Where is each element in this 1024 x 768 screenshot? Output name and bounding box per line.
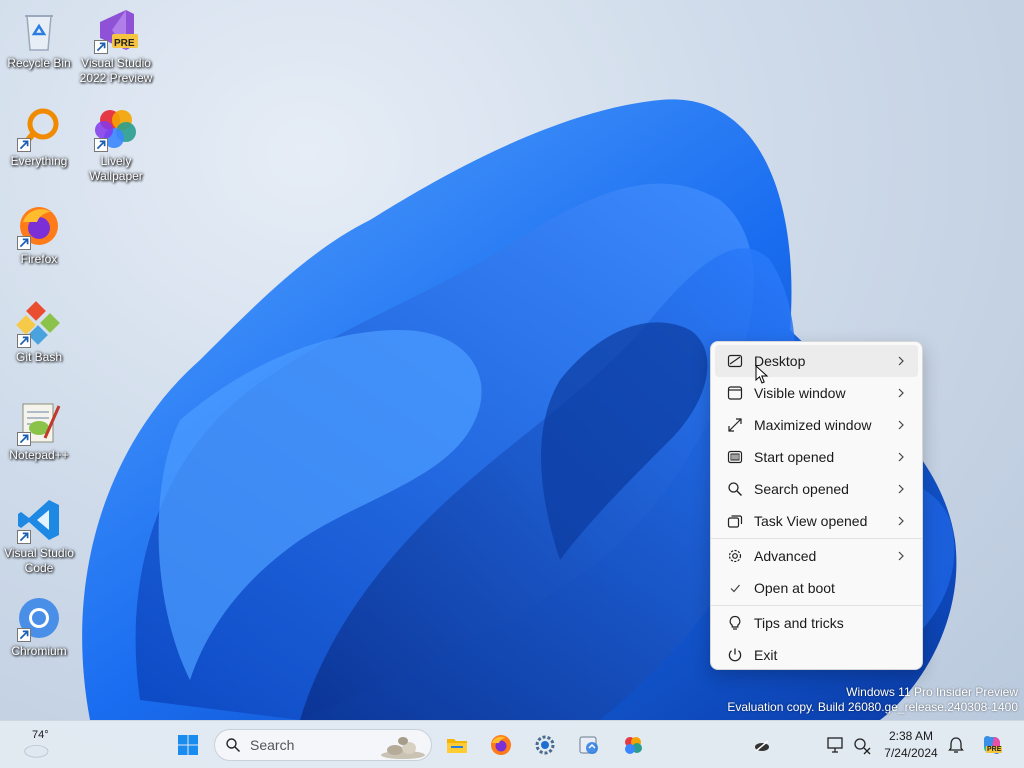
shortcut-arrow-icon: [17, 530, 31, 544]
desktop-icon-recycle-bin[interactable]: Recycle Bin: [1, 6, 77, 71]
chevron-right-icon: [898, 484, 904, 494]
menu-separator: [711, 605, 922, 606]
chevron-right-icon: [898, 516, 904, 526]
firefox-icon: [491, 735, 511, 755]
tray-network-icon[interactable]: [852, 735, 872, 755]
menu-item-advanced[interactable]: Advanced: [715, 540, 918, 572]
lightbulb-icon: [725, 613, 745, 633]
git-bash-icon: [15, 300, 63, 348]
vscode-icon: [15, 496, 63, 544]
taskbar-clock[interactable]: 2:38 AM 7/24/2024: [876, 728, 946, 762]
visual-studio-icon: PRE: [92, 6, 140, 54]
context-menu: Desktop Visible window Maximized window …: [710, 341, 923, 670]
menu-item-open-at-boot[interactable]: Open at boot: [715, 572, 918, 604]
start-menu-icon: [725, 447, 745, 467]
menu-item-task-view-opened[interactable]: Task View opened: [715, 505, 918, 537]
taskbar-snipping-tool[interactable]: [573, 729, 605, 761]
maximize-icon: [725, 415, 745, 435]
desktop-icon-visual-studio[interactable]: PRE Visual Studio 2022 Preview: [78, 6, 154, 86]
menu-item-visible-window[interactable]: Visible window: [715, 377, 918, 409]
desktop-icon-notepad-plus-plus[interactable]: Notepad++: [1, 398, 77, 463]
chromium-icon: [15, 594, 63, 642]
windows-logo-icon: [178, 735, 198, 755]
desktop-icon-git-bash[interactable]: Git Bash: [1, 300, 77, 365]
lively-wallpaper-icon: [92, 104, 140, 152]
clock-date: 7/24/2024: [884, 746, 938, 760]
desktop-icon: [725, 351, 745, 371]
chevron-right-icon: [898, 452, 904, 462]
shortcut-arrow-icon: [94, 138, 108, 152]
check-icon: [725, 578, 745, 598]
search-icon: [725, 479, 745, 499]
recycle-bin-icon: [15, 6, 63, 54]
folder-icon: [447, 739, 467, 753]
mouse-cursor-icon: [755, 365, 769, 384]
taskbar-settings[interactable]: [529, 729, 561, 761]
menu-separator: [711, 538, 922, 539]
shortcut-arrow-icon: [17, 628, 31, 642]
gear-icon: [725, 546, 745, 566]
desktop-icon-chromium[interactable]: Chromium: [1, 594, 77, 659]
menu-item-maximized-window[interactable]: Maximized window: [715, 409, 918, 441]
menu-item-tips-and-tricks[interactable]: Tips and tricks: [715, 607, 918, 639]
search-icon: [226, 738, 241, 753]
chevron-right-icon: [898, 356, 904, 366]
power-icon: [725, 645, 745, 665]
gear-icon: [535, 735, 555, 755]
menu-item-desktop[interactable]: Desktop: [715, 345, 918, 377]
menu-item-exit[interactable]: Exit: [715, 639, 918, 671]
chevron-right-icon: [898, 420, 904, 430]
tray-cloud-icon[interactable]: [752, 735, 772, 755]
desktop-icon-firefox[interactable]: Firefox: [1, 202, 77, 267]
lively-wallpaper-icon: [625, 737, 642, 754]
search-highlight-icon: [381, 737, 425, 759]
taskbar-search-box[interactable]: Search: [214, 729, 432, 761]
clock-time: 2:38 AM: [888, 729, 934, 743]
taskbar-firefox[interactable]: [485, 729, 517, 761]
snipping-tool-icon: [579, 736, 598, 754]
shortcut-arrow-icon: [94, 40, 108, 54]
shortcut-arrow-icon: [17, 432, 31, 446]
task-view-icon: [725, 511, 745, 531]
taskbar: 74° Search 2:38 AM 7/24/2024 PRE: [0, 720, 1024, 768]
search-placeholder: Search: [250, 737, 295, 753]
everything-icon: [15, 104, 63, 152]
window-icon: [725, 383, 745, 403]
notepad-plus-plus-icon: [15, 398, 63, 446]
taskbar-file-explorer[interactable]: [441, 729, 473, 761]
copilot-icon[interactable]: PRE: [980, 733, 1004, 757]
shortcut-arrow-icon: [17, 334, 31, 348]
menu-item-search-opened[interactable]: Search opened: [715, 473, 918, 505]
chevron-right-icon: [898, 551, 904, 561]
tray-display-icon[interactable]: [826, 735, 846, 755]
shortcut-arrow-icon: [17, 236, 31, 250]
chevron-right-icon: [898, 388, 904, 398]
firefox-icon: [15, 202, 63, 250]
preview-badge: PRE: [114, 38, 135, 49]
desktop-icon-everything[interactable]: Everything: [1, 104, 77, 169]
desktop-icon-lively-wallpaper[interactable]: Lively Wallpaper: [78, 104, 154, 184]
shortcut-arrow-icon: [17, 138, 31, 152]
copilot-pre-badge: PRE: [986, 746, 1003, 753]
menu-item-start-opened[interactable]: Start opened: [715, 441, 918, 473]
taskbar-lively-wallpaper[interactable]: [617, 729, 649, 761]
start-button[interactable]: [172, 729, 204, 761]
evaluation-watermark: Windows 11 Pro Insider Preview Evaluatio…: [727, 685, 1018, 714]
weather-widget[interactable]: 74°: [18, 727, 62, 763]
weather-temperature: 74°: [32, 729, 49, 741]
notification-bell-icon[interactable]: [946, 735, 966, 755]
desktop-icon-vscode[interactable]: Visual Studio Code: [1, 496, 77, 576]
